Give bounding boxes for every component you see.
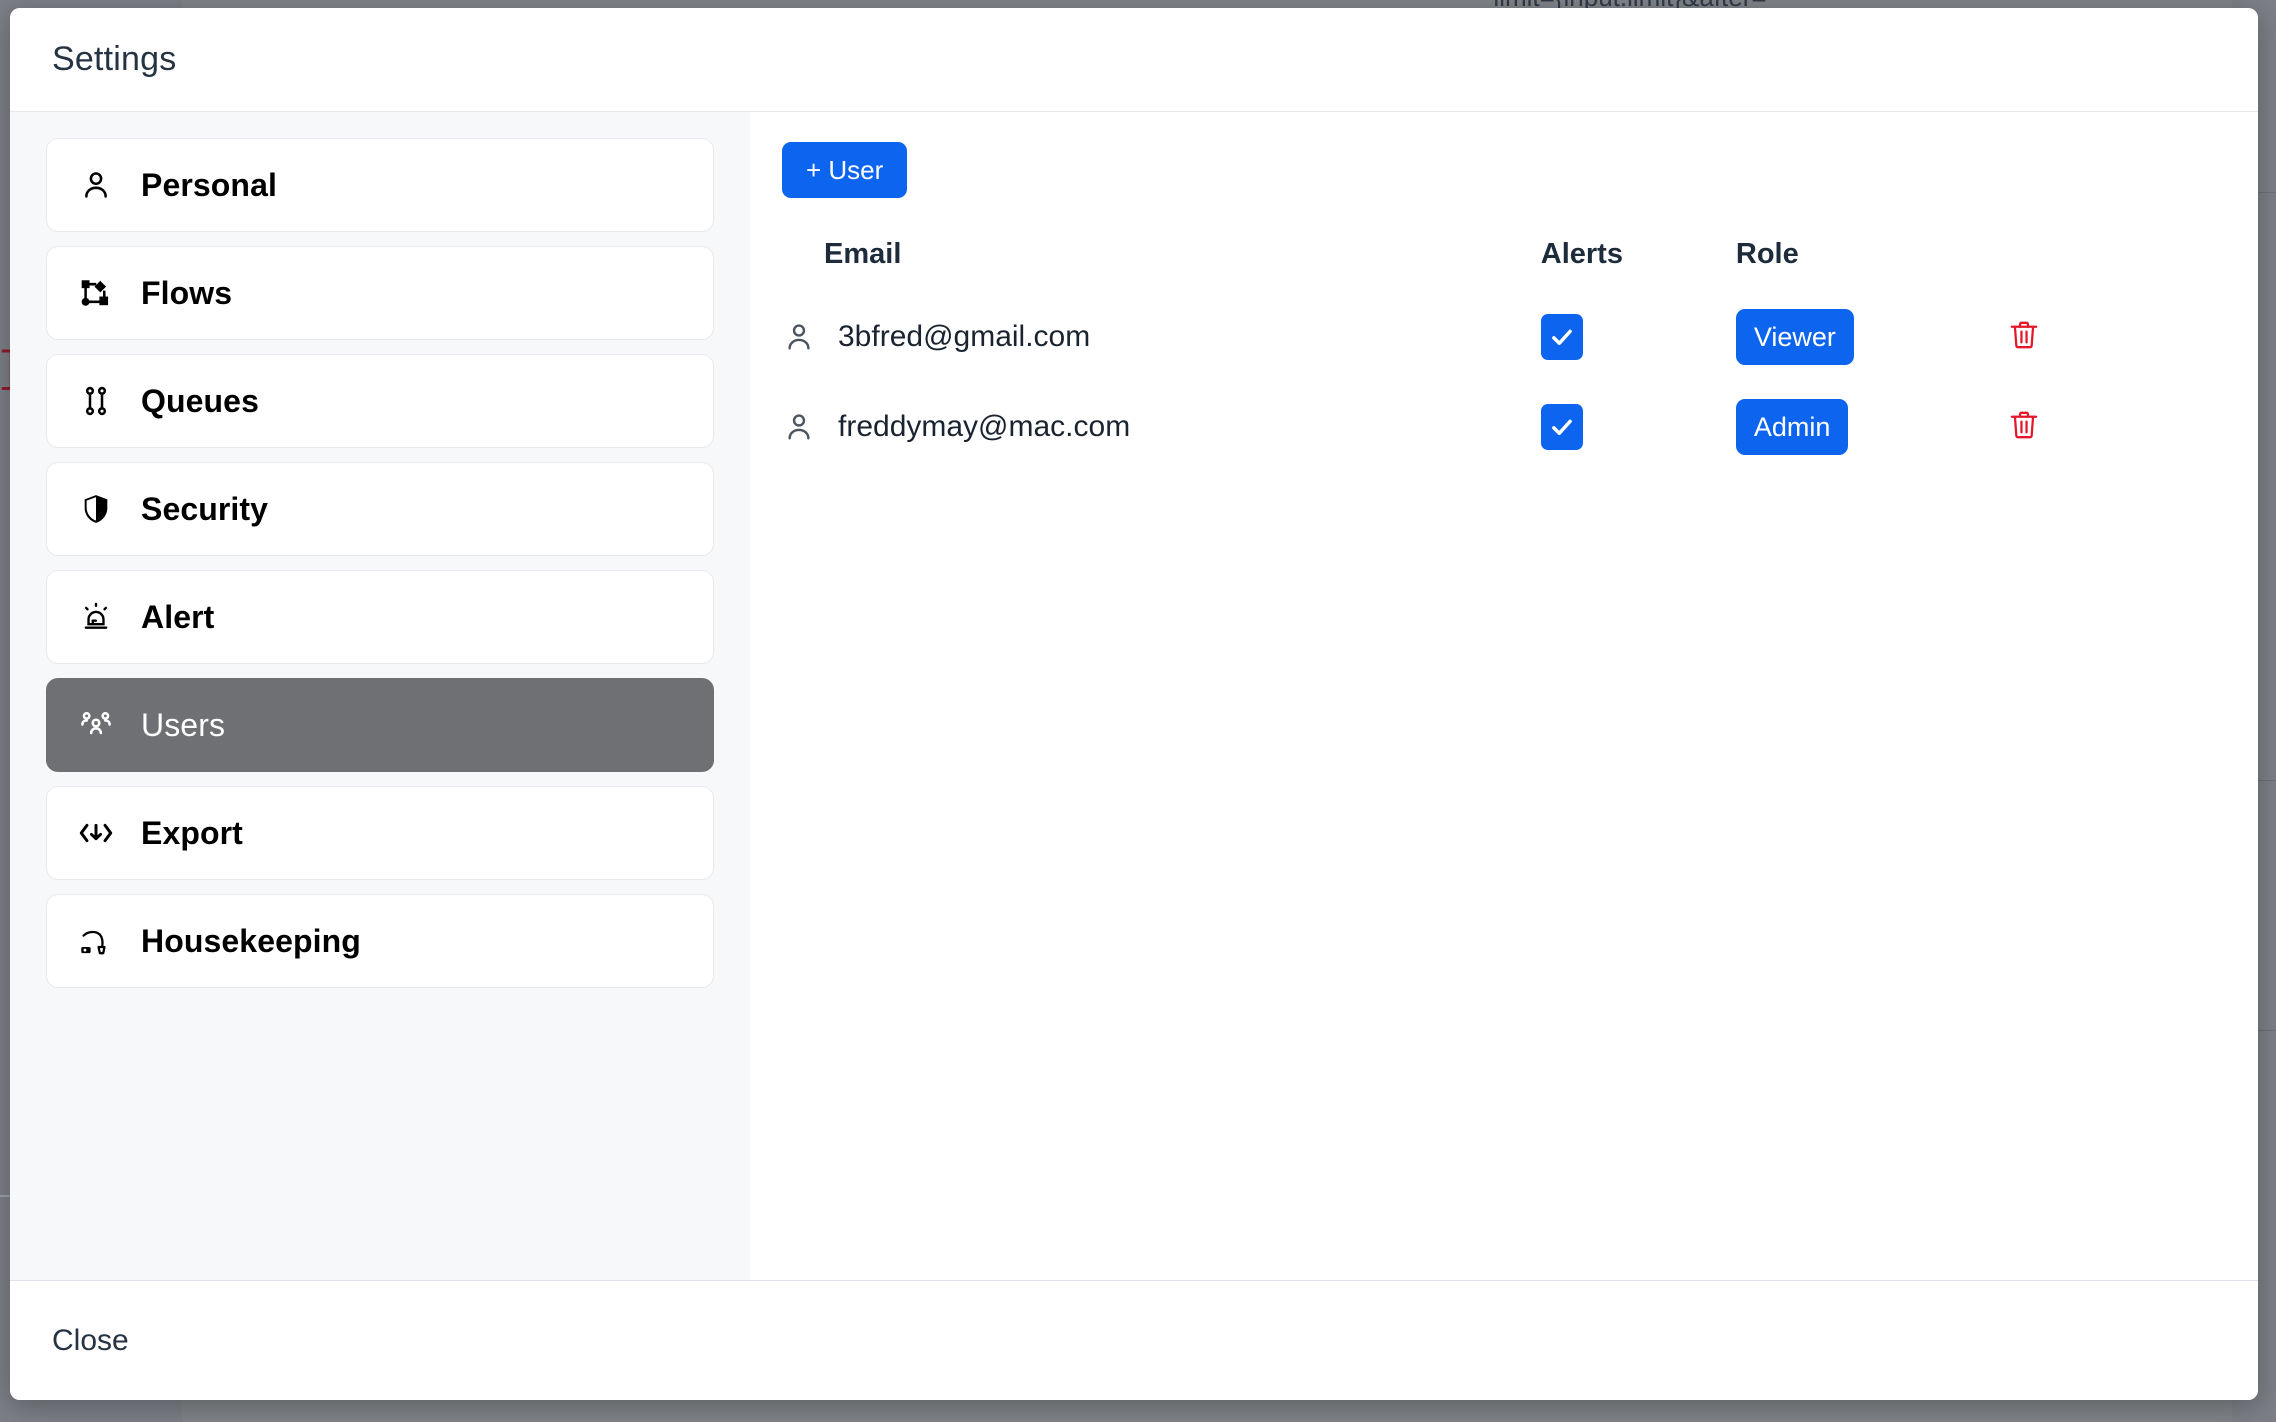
column-header-actions [2007,238,2202,299]
cell-actions [2007,299,2202,389]
sidebar-item-label: Export [141,814,243,851]
siren-icon [73,594,119,640]
trash-icon [2010,411,2038,438]
cell-email: 3bfred@gmail.com [782,299,1541,389]
sidebar-item-flows[interactable]: Flows [46,246,714,340]
sidebar-item-security[interactable]: Security [46,462,714,556]
sidebar-item-export[interactable]: Export [46,786,714,880]
role-badge[interactable]: Viewer [1735,309,1854,365]
person-icon [782,410,816,444]
sidebar-item-label: Personal [141,166,277,203]
alerts-checkbox[interactable] [1540,314,1583,360]
users-table-head: Email Alerts Role [782,238,2202,299]
vacuum-icon [73,918,119,964]
sidebar-item-label: Queues [141,382,259,419]
sidebar-item-queues[interactable]: Queues [46,354,714,448]
sidebar-item-label: Users [141,706,226,743]
sidebar-item-personal[interactable]: Personal [46,138,714,232]
delete-user-button[interactable] [2007,315,2041,355]
export-icon [73,810,119,856]
settings-dialog: Settings Personal Flows Queues Security … [10,8,2258,1400]
cell-email: freddymay@mac.com [782,389,1541,479]
check-icon [1551,419,1572,436]
sidebar-item-housekeeping[interactable]: Housekeeping [46,894,714,988]
sidebar-item-label: Security [141,490,269,527]
alerts-checkbox[interactable] [1540,404,1583,450]
queues-icon [73,378,119,424]
cell-role: Viewer [1735,299,2007,389]
sidebar-item-label: Alert [141,598,215,635]
cell-actions [2007,389,2202,479]
person-icon [782,320,816,354]
cell-role: Admin [1735,389,2007,479]
cell-alerts [1540,299,1736,389]
table-row: 3bfred@gmail.com Viewer [782,299,2202,389]
trash-icon [2010,321,2038,348]
settings-sidebar: Personal Flows Queues Security Alert Use… [10,112,750,1280]
users-panel: + User Email Alerts Role 3bfred@gmail.co… [750,112,2258,1280]
user-email: 3bfred@gmail.com [838,320,1091,353]
cell-alerts [1540,389,1736,479]
sidebar-item-alert[interactable]: Alert [46,570,714,664]
dialog-body: Personal Flows Queues Security Alert Use… [10,112,2258,1280]
flow-icon [73,270,119,316]
sidebar-item-label: Flows [141,274,233,311]
dialog-footer: Close [10,1280,2258,1400]
sidebar-item-label: Housekeeping [141,922,361,959]
close-button[interactable]: Close [52,1324,129,1358]
users-icon [73,702,119,748]
user-email: freddymay@mac.com [838,410,1131,443]
role-badge[interactable]: Admin [1735,399,1849,455]
table-row: freddymay@mac.com Admin [782,389,2202,479]
column-header-role: Role [1735,238,1799,270]
table-header-row: Email Alerts Role [782,238,2202,299]
delete-user-button[interactable] [2007,405,2041,445]
shield-icon [73,486,119,532]
users-table-body: 3bfred@gmail.com Viewer freddymay@mac.co… [782,299,2202,479]
column-header-alerts: Alerts [1540,238,1623,270]
sidebar-item-users[interactable]: Users [46,678,714,772]
person-icon [73,162,119,208]
page-title: Settings [52,40,177,78]
users-table: Email Alerts Role 3bfred@gmail.com Viewe… [782,238,2202,479]
add-user-button[interactable]: + User [782,142,908,198]
dialog-header: Settings [10,8,2258,112]
check-icon [1551,329,1572,346]
column-header-email: Email [824,238,902,270]
